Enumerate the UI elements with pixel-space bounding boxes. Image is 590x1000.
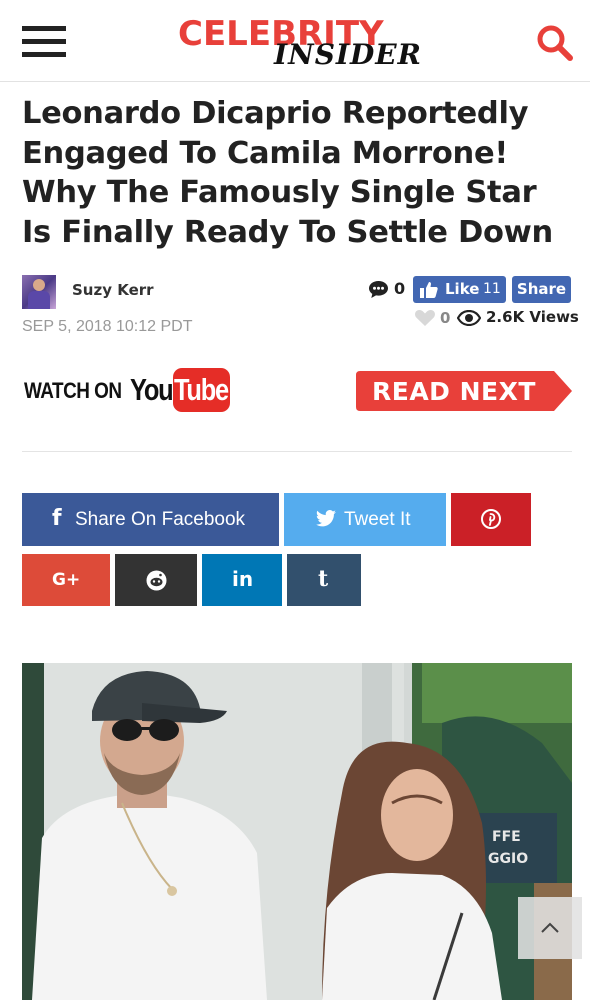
watch-on-youtube-banner[interactable]: WATCH ON You Tube <box>22 366 237 416</box>
like-label: Like <box>445 280 480 298</box>
site-header: CELEBRITY INSIDER <box>0 0 590 82</box>
thumbs-up-icon <box>420 282 438 298</box>
site-logo[interactable]: CELEBRITY INSIDER <box>178 12 421 72</box>
comment-count: 0 <box>394 279 406 298</box>
watch-on-text: WATCH ON <box>24 378 122 403</box>
share-facebook-label: Share On Facebook <box>75 509 246 530</box>
share-facebook-button[interactable]: f Share On Facebook <box>22 493 279 546</box>
read-next-button[interactable]: READ NEXT <box>356 371 572 411</box>
share-twitter-button[interactable]: Tweet It <box>284 493 446 546</box>
share-twitter-label: Tweet It <box>344 509 411 530</box>
googleplus-icon: G+ <box>52 570 81 590</box>
author-name[interactable]: Suzy Kerr <box>72 281 154 299</box>
hamburger-menu-icon[interactable] <box>22 26 66 58</box>
chevron-up-icon <box>541 922 559 933</box>
photo-sign-text-2: GGIO <box>488 851 528 867</box>
eye-icon <box>457 310 481 326</box>
author-avatar[interactable] <box>22 275 56 309</box>
share-linkedin-button[interactable]: in <box>202 554 282 606</box>
linkedin-icon: in <box>232 567 254 591</box>
youtube-you-text: You <box>130 372 174 407</box>
scroll-to-top-button[interactable] <box>518 897 582 959</box>
facebook-share-small-button[interactable]: Share <box>512 276 571 303</box>
comment-bubble-icon <box>369 281 388 298</box>
share-googleplus-button[interactable]: G+ <box>22 554 110 606</box>
share-reddit-button[interactable] <box>115 554 197 606</box>
share-tumblr-button[interactable]: t <box>287 554 361 606</box>
twitter-bird-icon <box>316 510 336 527</box>
reddit-icon <box>146 570 167 591</box>
view-count: 2.6K Views <box>486 308 579 326</box>
comments-link[interactable]: 0 <box>368 279 410 301</box>
youtube-tube-text: Tube <box>174 372 229 407</box>
tumblr-icon: t <box>318 566 329 592</box>
search-icon[interactable] <box>536 24 574 62</box>
publish-date: SEP 5, 2018 10:12 PDT <box>22 318 193 335</box>
read-next-label: READ NEXT <box>372 377 536 406</box>
photo-sign-text-1: FFE <box>492 829 521 845</box>
pinterest-icon <box>481 509 501 529</box>
like-count: 11 <box>483 281 501 297</box>
facebook-icon: f <box>52 506 62 531</box>
share-pinterest-button[interactable] <box>451 493 531 546</box>
article-hero-photo[interactable]: FFE GGIO <box>22 663 572 1000</box>
section-divider <box>22 451 572 452</box>
facebook-like-button[interactable]: Like 11 <box>413 276 506 303</box>
heart-count: 0 <box>440 309 451 327</box>
heart-icon[interactable] <box>414 309 436 327</box>
logo-insider-text: INSIDER <box>274 38 422 71</box>
article-title: Leonardo Dicaprio Reportedly Engaged To … <box>22 96 553 250</box>
